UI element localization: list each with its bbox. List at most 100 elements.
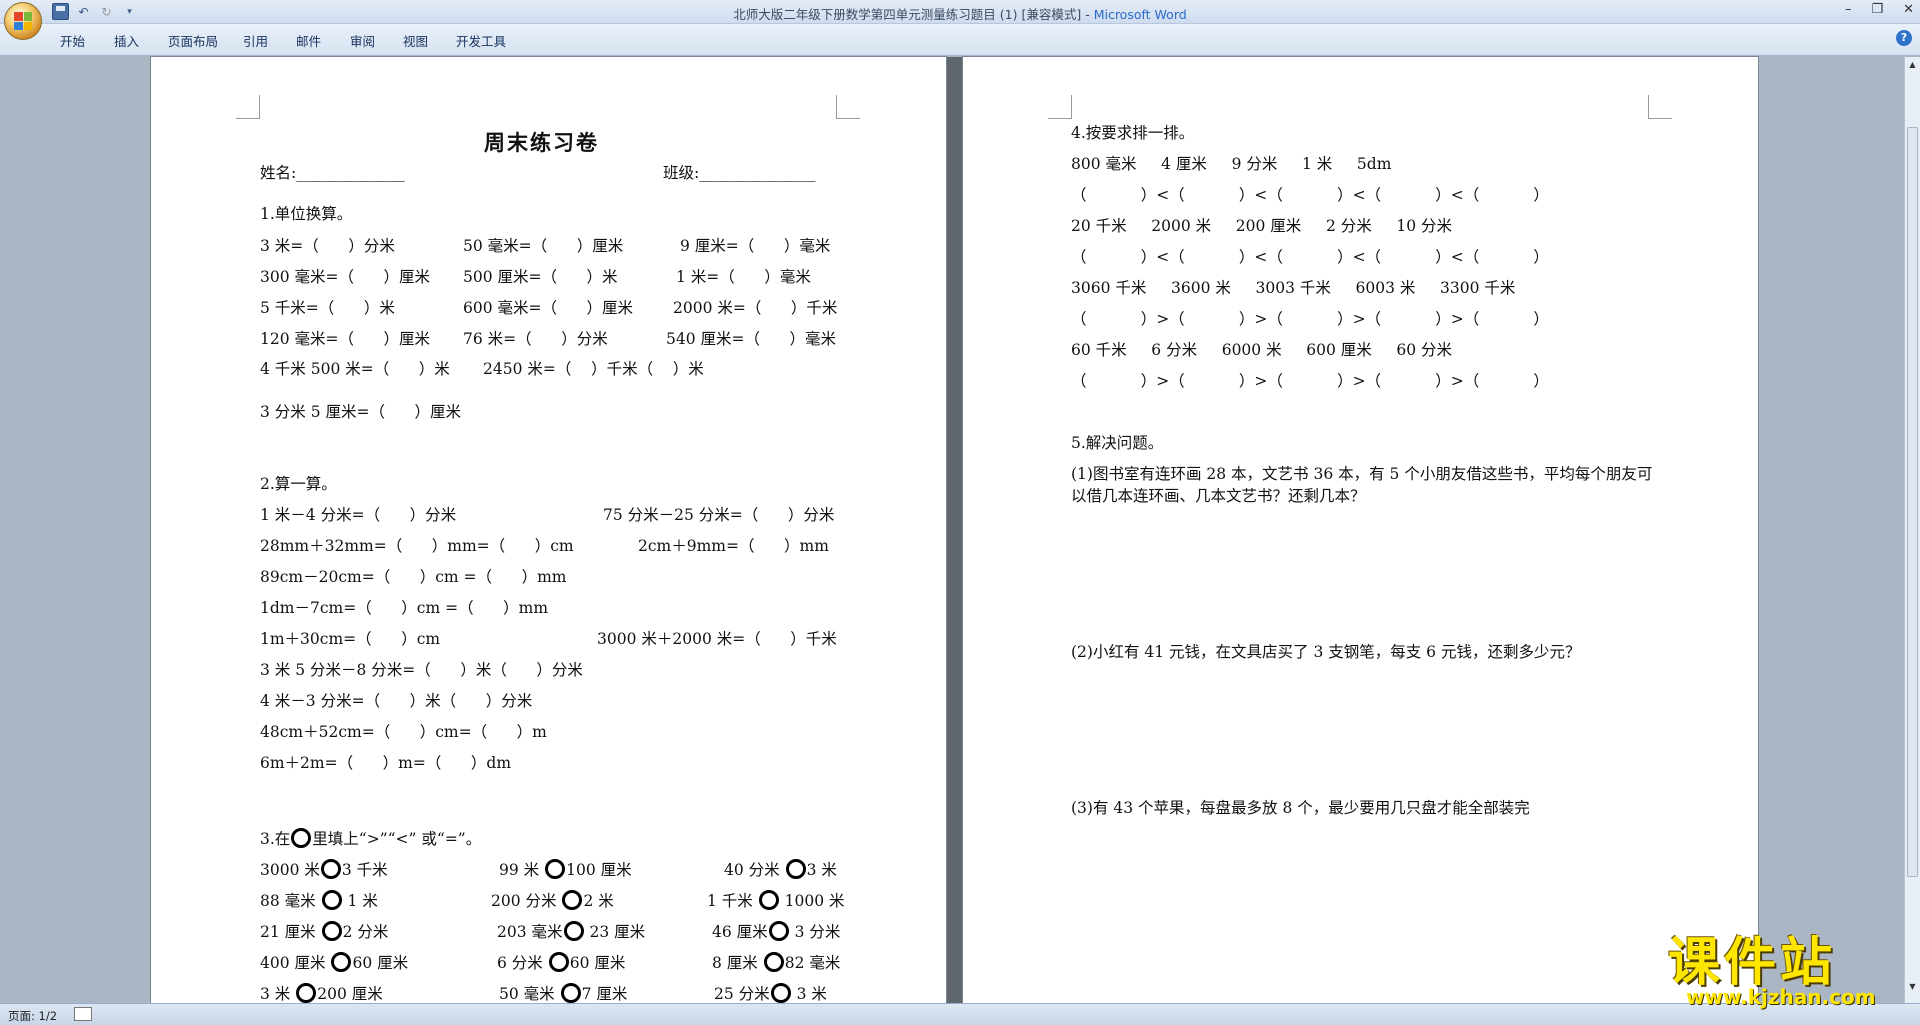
tab-view[interactable]: 视图 — [403, 31, 428, 50]
site-watermark: 课件站 www.kjzhan.com — [1668, 920, 1904, 1009]
compare-item[interactable]: 8 厘米 82 毫米 — [712, 951, 840, 973]
class-field[interactable]: 班级:_______________ — [663, 161, 815, 183]
document-title: 北师大版二年级下册数学第四单元测量练习题目 (1) [兼容模式] — [733, 7, 1082, 22]
scrollbar-thumb[interactable] — [1907, 127, 1918, 877]
tab-review[interactable]: 审阅 — [350, 31, 375, 50]
compare-circle-icon[interactable] — [562, 890, 583, 910]
problem-1-cont: 以借几本连环画、几本文艺书？还剩几本？ — [1071, 487, 1366, 505]
exercise-item: 9 厘米=（ ）毫米 — [680, 237, 831, 255]
compare-item[interactable]: 25 分米 3 米 — [714, 982, 827, 1004]
section-3-title: 3.在 里填上“>”“<” 或“=”。 — [260, 828, 482, 848]
page-1: 周末练习卷 姓名:______________ 班级:_____________… — [151, 57, 946, 1003]
watermark-text: 课件站 — [1668, 933, 1837, 993]
exercise-item: 1 米=（ ）毫米 — [676, 268, 811, 286]
compare-circle-icon[interactable] — [560, 983, 581, 1003]
crop-mark — [1048, 95, 1072, 119]
window-controls: – ❐ ✕ — [1845, 2, 1914, 17]
sort-items: 20 千米 2000 米 200 厘米 2 分米 10 分米 — [1071, 217, 1453, 235]
exercise-item: 6m＋2m=（ ）m=（ ）dm — [260, 754, 512, 772]
problem-3: (3)有 43 个苹果，每盘最多放 8 个，最少要用几只盘才能全部装完 — [1071, 799, 1530, 817]
sort-items: 800 毫米 4 厘米 9 分米 1 米 5dm — [1071, 155, 1392, 173]
compare-circle-icon[interactable] — [763, 952, 784, 972]
tab-home[interactable]: 开始 — [60, 31, 85, 50]
compare-circle-icon[interactable] — [321, 921, 342, 941]
tab-insert[interactable]: 插入 — [114, 31, 139, 50]
exercise-item: 540 厘米=（ ）毫米 — [666, 330, 837, 348]
exercise-item: 3000 米＋2000 米=（ ）千米 — [597, 630, 837, 648]
maximize-icon[interactable]: ❐ — [1871, 2, 1883, 17]
compare-item[interactable]: 6 分米 60 厘米 — [497, 951, 625, 973]
proofing-icon[interactable] — [74, 1007, 92, 1021]
sort-answer[interactable]: （ ）<（ ）<（ ）<（ ）<（ ） — [1071, 183, 1549, 205]
sort-items: 60 千米 6 分米 6000 米 600 厘米 60 分米 — [1071, 341, 1453, 359]
exercise-item: 48cm＋52cm=（ ）cm=（ ）m — [260, 723, 547, 741]
problem-1: (1)图书室有连环画 28 本，文艺书 36 本，有 5 个小朋友借这些书，平均… — [1071, 465, 1653, 483]
section-1-title: 1.单位换算。 — [260, 205, 353, 223]
exercise-item: 600 毫米=（ ）厘米 — [463, 299, 634, 317]
scroll-up-icon[interactable]: ▲ — [1907, 60, 1918, 71]
compare-circle-icon[interactable] — [321, 890, 342, 910]
tab-page-layout[interactable]: 页面布局 — [168, 31, 218, 50]
exercise-item: 28mm＋32mm=（ ）mm=（ ）cm — [260, 537, 574, 555]
exercise-item: 1m＋30cm=（ ）cm — [260, 630, 441, 648]
office-button[interactable] — [4, 2, 42, 40]
page-gap — [946, 57, 963, 1003]
compare-item[interactable]: 88 毫米 1 米 — [260, 889, 378, 911]
compare-item[interactable]: 3 米 200 厘米 — [260, 982, 383, 1004]
tab-references[interactable]: 引用 — [243, 31, 268, 50]
scroll-down-icon[interactable]: ▼ — [1907, 982, 1918, 993]
compare-circle-icon[interactable] — [785, 859, 806, 879]
exercise-item: 75 分米－25 分米=（ ）分米 — [603, 506, 835, 524]
compare-item[interactable]: 21 厘米 2 分米 — [260, 920, 388, 942]
crop-mark — [836, 95, 860, 119]
sort-answer[interactable]: （ ）>（ ）>（ ）>（ ）>（ ） — [1071, 307, 1549, 329]
vertical-scrollbar[interactable]: ▲ ▼ — [1904, 57, 1920, 1003]
compare-circle-icon[interactable] — [331, 952, 352, 972]
compare-circle-icon[interactable] — [563, 921, 584, 941]
exercise-item: 300 毫米=（ ）厘米 — [260, 268, 431, 286]
tab-mailings[interactable]: 邮件 — [296, 31, 321, 50]
compare-item[interactable]: 3000 米3 千米 — [260, 858, 388, 880]
exercise-item: 2cm＋9mm=（ ）mm — [638, 537, 829, 555]
app-name: Microsoft Word — [1093, 7, 1187, 22]
compare-item[interactable]: 99 米 100 厘米 — [499, 858, 632, 880]
compare-item[interactable]: 200 分米 2 米 — [491, 889, 614, 911]
tab-developer[interactable]: 开发工具 — [456, 31, 506, 50]
compare-circle-icon[interactable] — [768, 921, 789, 941]
compare-item[interactable]: 46 厘米 3 分米 — [712, 920, 840, 942]
compare-item[interactable]: 40 分米 3 米 — [724, 858, 837, 880]
section-4-title: 4.按要求排一排。 — [1071, 124, 1195, 142]
exercise-item: 50 毫米=（ ）厘米 — [463, 237, 624, 255]
name-field[interactable]: 姓名:______________ — [260, 161, 405, 183]
exercise-item: 3 米 5 分米－8 分米=（ ）米（ ）分米 — [260, 661, 583, 679]
compare-circle-icon[interactable] — [545, 859, 566, 879]
close-icon[interactable]: ✕ — [1903, 2, 1914, 17]
page-indicator[interactable]: 页面: 1/2 — [8, 1008, 57, 1024]
compare-item[interactable]: 1 千米 1000 米 — [707, 889, 845, 911]
sort-items: 3060 千米 3600 米 3003 千米 6003 米 3300 千米 — [1071, 279, 1516, 297]
status-bar: 页面: 1/2 — [0, 1003, 1920, 1025]
page-2: 4.按要求排一排。 800 毫米 4 厘米 9 分米 1 米 5dm （ ）<（… — [963, 57, 1758, 1003]
watermark-url: www.kjzhan.com — [1686, 985, 1876, 1009]
compare-circle-icon — [291, 828, 312, 848]
compare-circle-icon[interactable] — [320, 859, 341, 879]
section-5-title: 5.解决问题。 — [1071, 434, 1164, 452]
minimize-icon[interactable]: – — [1845, 2, 1852, 17]
compare-circle-icon[interactable] — [770, 983, 791, 1003]
compare-item[interactable]: 203 毫米 23 厘米 — [497, 920, 645, 942]
exercise-item: 89cm－20cm=（ ）cm =（ ）mm — [260, 568, 567, 586]
sort-answer[interactable]: （ ）<（ ）<（ ）<（ ）<（ ） — [1071, 245, 1549, 267]
exercise-item: 120 毫米=（ ）厘米 — [260, 330, 431, 348]
exercise-item: 5 千米=（ ）米 — [260, 299, 395, 317]
compare-item[interactable]: 50 毫米 7 厘米 — [499, 982, 627, 1004]
exercise-item: 2450 米=（ ）千米（ ）米 — [483, 360, 704, 378]
compare-circle-icon[interactable] — [296, 983, 317, 1003]
title-bar: ↶ ↻ ▾ 北师大版二年级下册数学第四单元测量练习题目 (1) [兼容模式] -… — [0, 0, 1920, 40]
compare-circle-icon[interactable] — [548, 952, 569, 972]
exercise-item: 3 分米 5 厘米=（ ）厘米 — [260, 403, 462, 421]
compare-item[interactable]: 400 厘米 60 厘米 — [260, 951, 408, 973]
compare-circle-icon[interactable] — [758, 890, 779, 910]
sort-answer[interactable]: （ ）>（ ）>（ ）>（ ）>（ ） — [1071, 369, 1549, 391]
help-icon[interactable]: ? — [1896, 30, 1912, 46]
document-workspace: 周末练习卷 姓名:______________ 班级:_____________… — [0, 57, 1904, 1003]
